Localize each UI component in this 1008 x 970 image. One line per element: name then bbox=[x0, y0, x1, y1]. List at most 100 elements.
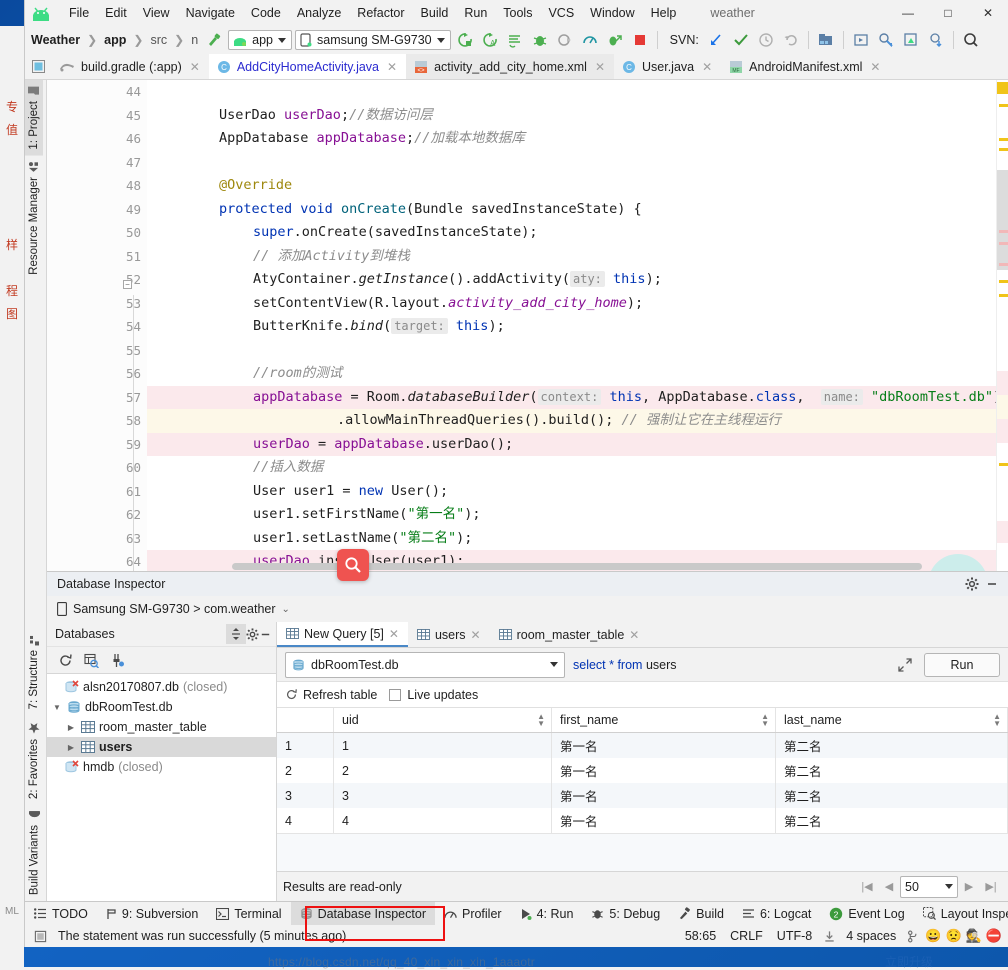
tab-androidmanifest-xml[interactable]: MF AndroidManifest.xml ✕ bbox=[721, 54, 889, 79]
breadcrumb-app[interactable]: app bbox=[102, 33, 128, 47]
close-icon[interactable]: ✕ bbox=[595, 60, 605, 74]
menu-edit[interactable]: Edit bbox=[97, 4, 135, 22]
run-icon[interactable] bbox=[454, 29, 476, 51]
results-grid[interactable]: uid ▲ ▼ first_name ▲ ▼ last_name ▲ ▼ 1 1… bbox=[277, 708, 1008, 871]
prev-page-icon[interactable]: ◀ bbox=[878, 876, 900, 898]
sidebar-item-project[interactable]: 1: Project bbox=[25, 80, 43, 156]
line-separator[interactable]: CRLF bbox=[723, 929, 770, 943]
maximize-button[interactable]: □ bbox=[928, 0, 968, 26]
editor-marker-gutter[interactable] bbox=[996, 80, 1008, 571]
cell-last-name[interactable]: 第二名 bbox=[776, 733, 1008, 758]
chevron-right-icon[interactable]: ▶ bbox=[65, 723, 77, 732]
query-tab-users[interactable]: users ✕ bbox=[408, 622, 490, 647]
table-row[interactable]: 3 3 第一名 第二名 bbox=[277, 783, 1008, 808]
vcs-rollback-icon[interactable] bbox=[780, 29, 802, 51]
cell-first-name[interactable]: 第一名 bbox=[552, 733, 776, 758]
apply-changes-icon[interactable] bbox=[504, 29, 526, 51]
marker-warning[interactable] bbox=[999, 138, 1008, 141]
tool-window-event-log[interactable]: 2 Event Log bbox=[820, 902, 913, 925]
cell-uid[interactable]: 2 bbox=[334, 758, 552, 783]
search-icon[interactable] bbox=[960, 29, 982, 51]
menu-tools[interactable]: Tools bbox=[495, 4, 540, 22]
tree-item-room-master-table[interactable]: ▶ room_master_table bbox=[47, 717, 276, 737]
sdk-manager-icon[interactable] bbox=[815, 29, 837, 51]
device-file-explorer-icon[interactable] bbox=[875, 29, 897, 51]
run-query-icon[interactable] bbox=[79, 648, 103, 672]
vcs-commit-icon[interactable] bbox=[730, 29, 752, 51]
tool-window-todo[interactable]: TODO bbox=[25, 902, 97, 925]
minimize-button[interactable]: — bbox=[888, 0, 928, 26]
marker-warning[interactable] bbox=[999, 148, 1008, 151]
table-row[interactable]: 1 1 第一名 第二名 bbox=[277, 733, 1008, 758]
expand-editor-icon[interactable] bbox=[894, 654, 916, 676]
keep-connection-icon[interactable] bbox=[105, 648, 129, 672]
close-icon[interactable]: ✕ bbox=[387, 60, 397, 74]
menu-vcs[interactable]: VCS bbox=[540, 4, 582, 22]
expand-collapse-icon[interactable] bbox=[226, 624, 246, 644]
feedback-sad-icon[interactable]: 😟 bbox=[943, 928, 963, 944]
tool-window-layout-inspector[interactable]: Layout Inspector bbox=[914, 902, 1008, 925]
tool-window-debug[interactable]: 5: Debug bbox=[582, 902, 669, 925]
menu-file[interactable]: File bbox=[61, 4, 97, 22]
header-last-name[interactable]: last_name ▲ ▼ bbox=[776, 708, 1008, 732]
feedback-happy-icon[interactable]: 😀 bbox=[923, 928, 943, 944]
chevron-down-icon[interactable]: ⌄ bbox=[282, 604, 290, 615]
module-selector[interactable]: app bbox=[228, 30, 292, 50]
page-size-selector[interactable]: 50 bbox=[900, 875, 958, 898]
database-selector[interactable]: dbRoomTest.db bbox=[285, 651, 565, 678]
tool-window-build[interactable]: Build bbox=[669, 902, 733, 925]
cell-uid[interactable]: 3 bbox=[334, 783, 552, 808]
cell-last-name[interactable]: 第二名 bbox=[776, 758, 1008, 783]
last-page-icon[interactable]: ▶| bbox=[980, 876, 1002, 898]
profiler-icon[interactable] bbox=[579, 29, 601, 51]
databases-tree[interactable]: alsn20170807.db (closed) ▼ dbRoomTest.db bbox=[47, 674, 276, 901]
cell-uid[interactable]: 4 bbox=[334, 808, 552, 833]
tool-window-logcat[interactable]: 6: Logcat bbox=[733, 902, 820, 925]
breadcrumb-weather[interactable]: Weather bbox=[29, 33, 82, 47]
menu-build[interactable]: Build bbox=[413, 4, 457, 22]
header-uid[interactable]: uid ▲ ▼ bbox=[334, 708, 552, 732]
file-encoding[interactable]: UTF-8 bbox=[770, 929, 819, 943]
close-icon[interactable]: ✕ bbox=[471, 628, 481, 642]
close-icon[interactable]: ✕ bbox=[870, 60, 880, 74]
settings-icon[interactable] bbox=[246, 627, 259, 641]
notification-icon[interactable] bbox=[29, 930, 51, 943]
attach-debugger-icon[interactable] bbox=[554, 29, 576, 51]
tool-window-database-inspector[interactable]: Database Inspector bbox=[290, 902, 435, 925]
tree-item-hmdb[interactable]: hmdb (closed) bbox=[47, 757, 276, 777]
cell-first-name[interactable]: 第一名 bbox=[552, 758, 776, 783]
device-app-selector[interactable]: Samsung SM-G9730 > com.weather ⌄ bbox=[47, 596, 1008, 622]
menu-run[interactable]: Run bbox=[456, 4, 495, 22]
tree-item-dbroomtest-db[interactable]: ▼ dbRoomTest.db bbox=[47, 697, 276, 717]
refresh-schema-icon[interactable] bbox=[53, 648, 77, 672]
table-row[interactable]: 4 4 第一名 第二名 bbox=[277, 808, 1008, 833]
cell-first-name[interactable]: 第一名 bbox=[552, 808, 776, 833]
editor-horizontal-scrollbar[interactable] bbox=[147, 562, 996, 571]
tool-window-subversion[interactable]: 9: Subversion bbox=[97, 902, 207, 925]
tab-user-java[interactable]: C User.java ✕ bbox=[614, 54, 721, 79]
sort-icon[interactable]: ▲ ▼ bbox=[537, 713, 545, 728]
debug-icon[interactable] bbox=[529, 29, 551, 51]
code-text-area[interactable]: UserDao userDao;//数据访问层 AppDatabase appD… bbox=[147, 80, 996, 571]
tab-activity-add-city-home-xml[interactable]: <> activity_add_city_home.xml ✕ bbox=[406, 54, 614, 79]
marker-error[interactable] bbox=[999, 230, 1008, 233]
refresh-table-button[interactable]: Refresh table bbox=[285, 688, 377, 702]
sort-icon[interactable]: ▲ ▼ bbox=[993, 713, 1001, 728]
next-page-icon[interactable]: ▶ bbox=[958, 876, 980, 898]
code-editor[interactable]: 44 45 46 47 48 49 50 51 52 53 54 55 56 5… bbox=[47, 80, 1008, 571]
tab-addcityhomeactivity-java[interactable]: C AddCityHomeActivity.java ✕ bbox=[208, 54, 407, 79]
breadcrumb-src[interactable]: src bbox=[148, 33, 169, 47]
cell-last-name[interactable]: 第二名 bbox=[776, 783, 1008, 808]
marker-error[interactable] bbox=[999, 263, 1008, 266]
checkbox-box[interactable] bbox=[389, 688, 402, 701]
menu-refactor[interactable]: Refactor bbox=[349, 4, 412, 22]
menu-code[interactable]: Code bbox=[243, 4, 289, 22]
stop-indicator-icon[interactable]: ⛔ bbox=[984, 928, 1004, 944]
avd-manager-icon[interactable] bbox=[850, 29, 872, 51]
sidebar-item-structure[interactable]: 7: Structure bbox=[25, 629, 43, 715]
caret-position[interactable]: 58:65 bbox=[678, 929, 723, 943]
sidebar-item-build-variants[interactable]: Build Variants bbox=[25, 805, 44, 901]
menu-navigate[interactable]: Navigate bbox=[178, 4, 243, 22]
sidebar-item-resource-manager[interactable]: Resource Manager bbox=[25, 156, 43, 281]
taskbar-upgrade-link[interactable]: 立即升级 bbox=[885, 953, 933, 970]
